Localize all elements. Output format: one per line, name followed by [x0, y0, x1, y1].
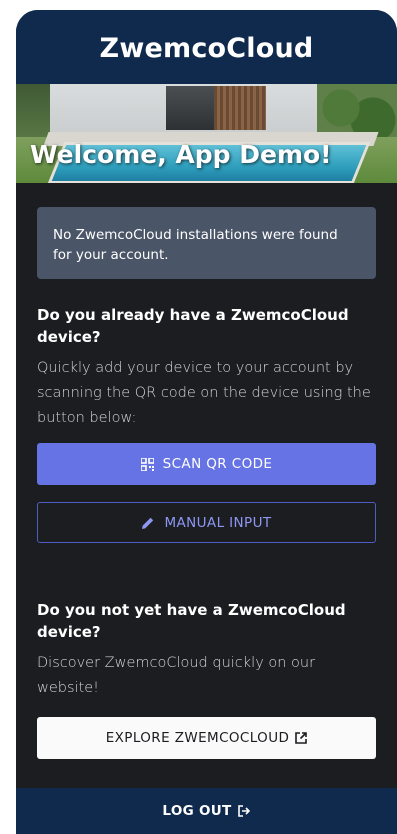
manual-input-label: MANUAL INPUT: [164, 514, 272, 531]
logout-label: LOG OUT: [162, 803, 232, 819]
app-screen: ZwemcoCloud Welcome, App Demo! No Zwemco…: [16, 10, 397, 834]
app-header: ZwemcoCloud: [16, 10, 397, 84]
scan-qr-button[interactable]: SCAN QR CODE: [37, 443, 376, 485]
logout-button[interactable]: LOG OUT: [16, 788, 397, 834]
no-device-text: Discover ZwemcoCloud quickly on our webs…: [37, 655, 316, 696]
main-content: No ZwemcoCloud installations were found …: [16, 183, 397, 759]
explore-label: EXPLORE ZWEMCOCLOUD: [105, 730, 290, 746]
pencil-icon: [141, 516, 155, 530]
external-link-icon: [295, 732, 308, 744]
qr-code-icon: [140, 457, 154, 471]
logout-icon: [237, 805, 251, 817]
app-title: ZwemcoCloud: [99, 32, 314, 64]
have-device-text: Quickly add your device to your account …: [37, 360, 371, 426]
scan-qr-label: SCAN QR CODE: [162, 456, 273, 472]
welcome-text: Welcome, App Demo!: [30, 140, 332, 169]
manual-input-button[interactable]: MANUAL INPUT: [37, 502, 376, 543]
have-device-title: Do you already have a ZwemcoCloud device…: [37, 306, 349, 346]
no-installations-notice: No ZwemcoCloud installations were found …: [37, 207, 376, 279]
no-device-title: Do you not yet have a ZwemcoCloud device…: [37, 601, 346, 641]
explore-zwemcocloud-button[interactable]: EXPLORE ZWEMCOCLOUD: [37, 717, 376, 759]
hero-banner: Welcome, App Demo!: [16, 84, 397, 183]
